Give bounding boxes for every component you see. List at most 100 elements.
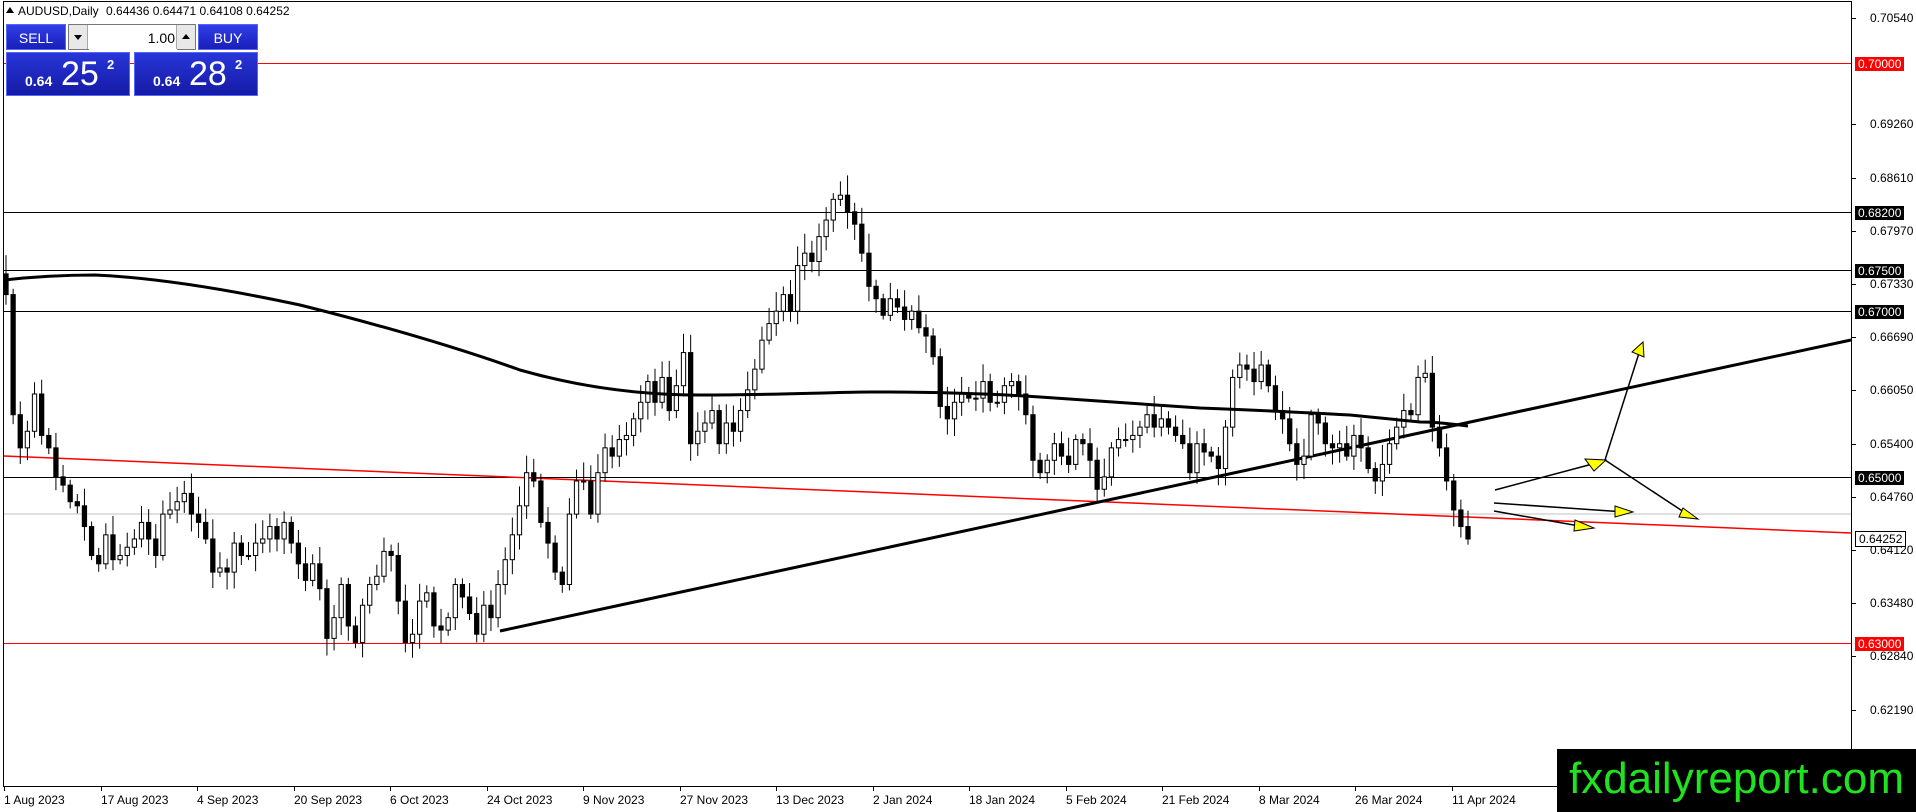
candle-body (1351, 434, 1357, 457)
candle-body (1172, 426, 1179, 436)
candle (1108, 442, 1115, 486)
candle-body (374, 575, 380, 586)
candle-body (1244, 364, 1250, 370)
candle-body (702, 422, 708, 432)
candle (1187, 427, 1193, 480)
candle-body (1215, 455, 1222, 470)
candle-body (3, 273, 9, 296)
candle (374, 564, 380, 591)
candle-body (1037, 459, 1043, 474)
candle-body (1130, 434, 1136, 441)
buy-price-box[interactable]: 0.64 28 2 (134, 52, 258, 96)
candle (1344, 425, 1350, 461)
candle (495, 570, 501, 628)
candle (923, 314, 929, 353)
date-tick-mark (1452, 787, 1453, 791)
date-tick-mark (4, 787, 5, 791)
level-badge: 0.68200 (1855, 205, 1905, 220)
candle-body (1123, 439, 1129, 442)
arrow-head-icon (1631, 340, 1645, 358)
date-tick-mark (680, 787, 681, 791)
candle (595, 454, 601, 523)
candle-body (310, 563, 316, 581)
candle-body (1108, 447, 1115, 478)
lot-increase-icon[interactable] (176, 25, 195, 49)
candle-body (1394, 426, 1400, 445)
price-tick-label: 0.66690 (1870, 330, 1914, 344)
candle-body (1422, 372, 1428, 378)
candle-body (880, 298, 886, 316)
candle (1386, 429, 1393, 474)
candle-body (67, 484, 73, 503)
candle-body (181, 492, 187, 503)
sell-price-box[interactable]: 0.64 25 2 (6, 52, 130, 96)
candle (53, 432, 59, 491)
candle (759, 326, 765, 374)
candle (666, 360, 672, 421)
collapse-triangle-icon[interactable] (6, 7, 14, 13)
candle-body (538, 480, 544, 523)
ohlc-values: 0.64436 0.64471 0.64108 0.64252 (106, 4, 290, 18)
candle (959, 376, 965, 416)
lot-decrease-icon[interactable] (69, 25, 88, 49)
candle (267, 513, 273, 553)
buy-button[interactable]: BUY (198, 24, 258, 50)
candle-body (552, 542, 558, 573)
candle (1194, 431, 1200, 484)
candle-body (502, 559, 508, 586)
candle-body (616, 439, 622, 457)
projection-arrow-line (1493, 502, 1626, 513)
candle (338, 577, 344, 636)
candle (17, 401, 23, 465)
candle-body (452, 584, 458, 619)
candle (830, 193, 836, 232)
candle (509, 517, 515, 575)
candle-body (110, 534, 116, 561)
candle (1151, 395, 1157, 438)
candle (809, 240, 815, 273)
candle-body (167, 509, 173, 515)
candle-body (951, 401, 958, 420)
candle (452, 578, 458, 630)
candle (787, 280, 794, 322)
candle-body (1016, 381, 1022, 395)
candle-body (1008, 381, 1015, 387)
candle (695, 412, 701, 456)
price-tick-label: 0.67970 (1870, 224, 1914, 238)
candle-body (680, 352, 687, 387)
candle (1101, 458, 1107, 497)
candle-body (431, 592, 437, 627)
candle (909, 305, 915, 330)
candle (723, 404, 729, 454)
candle (866, 233, 872, 302)
buy-price-fraction: 2 (235, 57, 243, 72)
candle (1087, 428, 1093, 478)
candle (31, 382, 38, 438)
sell-price-prefix: 0.64 (25, 73, 53, 89)
candle-body (210, 538, 216, 573)
date-tick-label: 2 Jan 2024 (873, 793, 933, 807)
candle (1465, 510, 1471, 545)
price-tick-label: 0.62840 (1870, 649, 1914, 663)
candle (359, 598, 366, 658)
candle-body (973, 397, 979, 400)
candle (859, 207, 865, 262)
candle (367, 576, 373, 614)
candle (145, 509, 152, 555)
sell-button[interactable]: SELL (6, 24, 66, 50)
candle (409, 618, 416, 658)
candle (1458, 499, 1464, 538)
date-tick-label: 20 Sep 2023 (294, 793, 363, 807)
candle (516, 486, 523, 550)
candle-body (909, 310, 915, 320)
candle (153, 524, 159, 568)
candle (124, 532, 130, 567)
candle-body (630, 418, 637, 436)
candle-body (859, 223, 865, 254)
lot-size-input[interactable] (89, 26, 177, 50)
candle (1180, 419, 1186, 449)
candle-body (531, 472, 537, 482)
candle (794, 246, 801, 325)
candle (188, 473, 195, 532)
candle-body (830, 198, 836, 221)
